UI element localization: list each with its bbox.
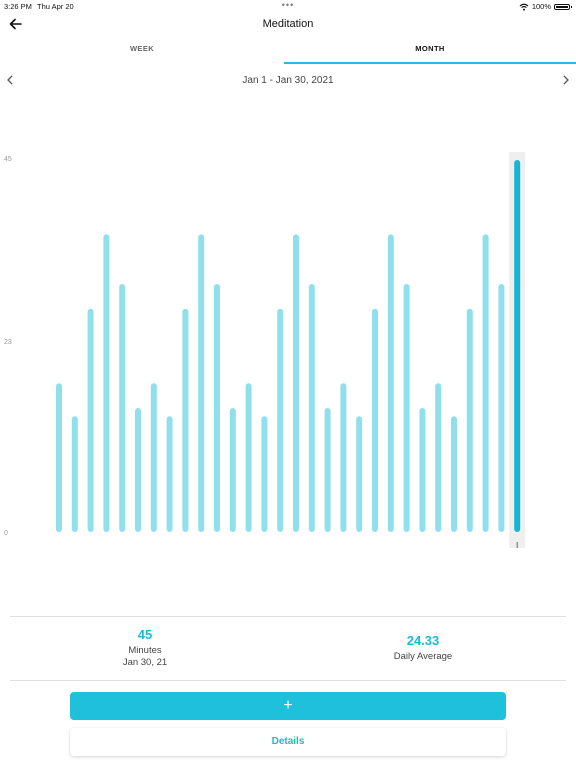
add-session-button[interactable]: + — [70, 692, 506, 720]
chart-bar[interactable] — [466, 308, 473, 532]
chart-bar[interactable] — [135, 408, 141, 532]
selected-bar-tick — [516, 542, 518, 548]
tab-month[interactable]: MONTH — [284, 44, 576, 64]
chart-bar[interactable] — [150, 383, 157, 532]
meditation-bar-chart[interactable] — [0, 140, 576, 570]
status-right: 100% — [519, 2, 572, 11]
chart-bar[interactable] — [340, 383, 347, 532]
chart-bar[interactable] — [403, 284, 410, 532]
chart-bar[interactable] — [435, 383, 442, 532]
chart-bar-selected[interactable] — [514, 160, 521, 532]
chart-bar[interactable] — [498, 284, 505, 532]
selected-date: Jan 30, 21 — [122, 657, 168, 668]
chart-bar[interactable] — [261, 416, 268, 532]
battery-percent: 100% — [531, 2, 551, 11]
battery-icon — [554, 3, 572, 10]
chart-bar[interactable] — [214, 284, 220, 532]
chart-bar[interactable] — [387, 234, 394, 532]
chart-bar[interactable] — [451, 416, 457, 532]
chart-bar[interactable] — [482, 234, 489, 532]
chart-bar[interactable] — [293, 234, 299, 532]
status-bar: 3:26 PM Thu Apr 20 ••• 100% — [0, 0, 576, 12]
chart-bar[interactable] — [277, 308, 284, 532]
wifi-icon — [519, 3, 529, 11]
chart-bar[interactable] — [419, 408, 426, 532]
chart-bar[interactable] — [119, 284, 126, 532]
average-value: 24.33 — [406, 633, 440, 648]
chart-bar[interactable] — [324, 408, 331, 532]
average-label: Daily Average — [393, 651, 453, 662]
tab-week[interactable]: WEEK — [0, 44, 284, 64]
chart-bar[interactable] — [182, 308, 189, 532]
date-range-label: Jan 1 - Jan 30, 2021 — [242, 75, 334, 86]
chart-bar[interactable] — [198, 234, 205, 532]
chart-bar[interactable] — [356, 416, 363, 532]
divider — [10, 680, 566, 681]
next-range-button[interactable] — [558, 72, 574, 88]
chart-bar[interactable] — [229, 408, 236, 532]
chart-bar[interactable] — [71, 416, 78, 532]
page-title: Meditation — [262, 18, 314, 30]
chart-bar[interactable] — [56, 383, 62, 532]
chart-bar[interactable] — [87, 308, 94, 532]
tab-active-indicator — [284, 62, 576, 64]
chart-bar[interactable] — [372, 308, 378, 532]
chart-bar[interactable] — [308, 284, 315, 532]
chart-bar[interactable] — [245, 383, 252, 532]
divider — [10, 616, 566, 617]
details-button[interactable]: Details — [70, 728, 506, 756]
chevron-right-icon — [563, 75, 569, 85]
multitasking-dots-icon[interactable]: ••• — [0, 0, 576, 10]
chart-bar[interactable] — [166, 416, 173, 532]
chart-bar[interactable] — [103, 234, 110, 532]
selected-value: 45 — [137, 627, 153, 642]
selected-unit: Minutes — [128, 645, 162, 656]
